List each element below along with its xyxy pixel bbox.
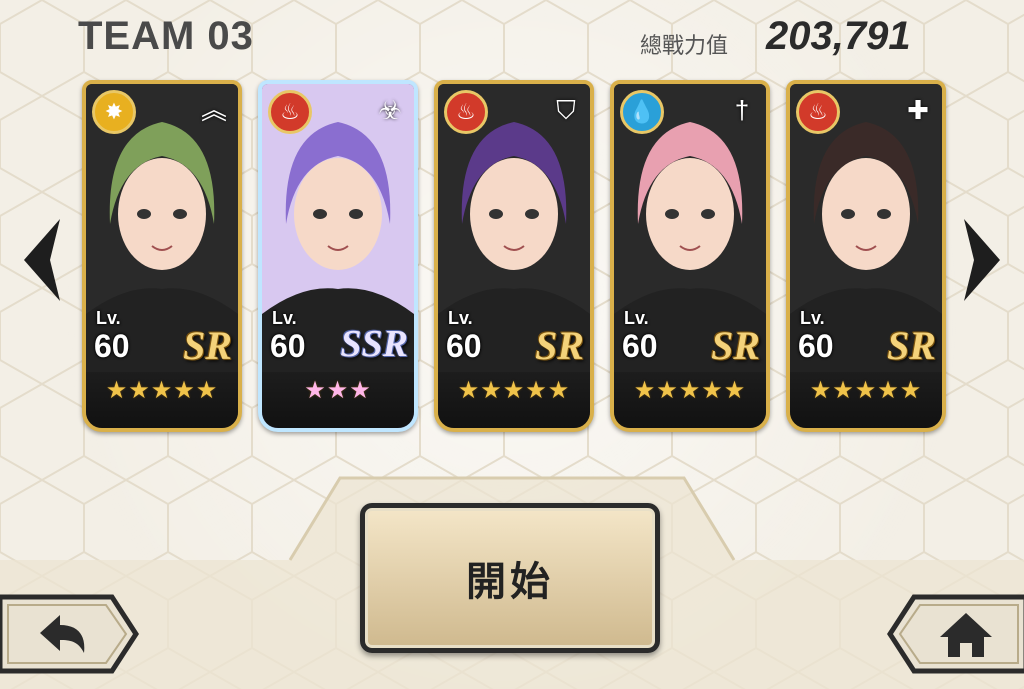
rarity-badge: SR	[535, 323, 584, 368]
total-power-value: 203,791	[766, 14, 911, 58]
level-value: 60	[798, 328, 834, 364]
level-label: Lv.	[448, 308, 473, 328]
rarity-badge: SR	[183, 323, 232, 368]
character-card[interactable]: ♨ ☣ Lv. 60 SSR ★★★	[258, 80, 418, 432]
sword-icon: †	[734, 95, 750, 125]
team-title: TEAM 03	[78, 14, 254, 58]
start-button[interactable]: 開始	[360, 503, 660, 653]
star-rating: ★★★	[304, 377, 372, 404]
character-card[interactable]: ♨ ⛉ Lv. 60 SR ★★★★★	[434, 80, 594, 432]
previous-team-arrow-icon[interactable]	[20, 215, 64, 305]
character-card[interactable]: ✸ ︽ Lv. 60 SR ★★★★★	[82, 80, 242, 432]
next-team-arrow-icon[interactable]	[960, 215, 1004, 305]
shield-icon: ⛉	[556, 95, 576, 125]
biohazard-icon: ☣	[378, 95, 402, 125]
cross-icon: ✚	[907, 95, 929, 125]
light-element-icon: ✸	[92, 90, 136, 134]
level-value: 60	[94, 328, 130, 364]
star-rating: ★★★★★	[457, 377, 571, 404]
star-rating: ★★★★★	[105, 377, 219, 404]
level-label: Lv.	[624, 308, 649, 328]
level-label: Lv.	[96, 308, 121, 328]
level-value: 60	[446, 328, 482, 364]
level-value: 60	[622, 328, 658, 364]
character-card[interactable]: 💧 † Lv. 60 SR ★★★★★	[610, 80, 770, 432]
level-label: Lv.	[272, 308, 297, 328]
star-rating: ★★★★★	[809, 377, 923, 404]
home-button[interactable]	[886, 593, 1024, 675]
fire-element-icon: ♨	[796, 90, 840, 134]
star-rating: ★★★★★	[633, 377, 747, 404]
character-card[interactable]: ♨ ✚ Lv. 60 SR ★★★★★	[786, 80, 946, 432]
rarity-badge: SR	[711, 323, 760, 368]
fire-element-icon: ♨	[444, 90, 488, 134]
back-button[interactable]	[0, 593, 140, 675]
rarity-badge: SR	[887, 323, 936, 368]
total-power-label: 總戰力值	[640, 33, 729, 58]
level-value: 60	[270, 328, 306, 364]
fire-element-icon: ♨	[268, 90, 312, 134]
chevron-up-icon: ︽	[200, 95, 227, 125]
rarity-badge: SSR	[340, 323, 408, 365]
water-element-icon: 💧	[620, 90, 664, 134]
level-label: Lv.	[800, 308, 825, 328]
start-button-label: 開始	[466, 560, 554, 604]
